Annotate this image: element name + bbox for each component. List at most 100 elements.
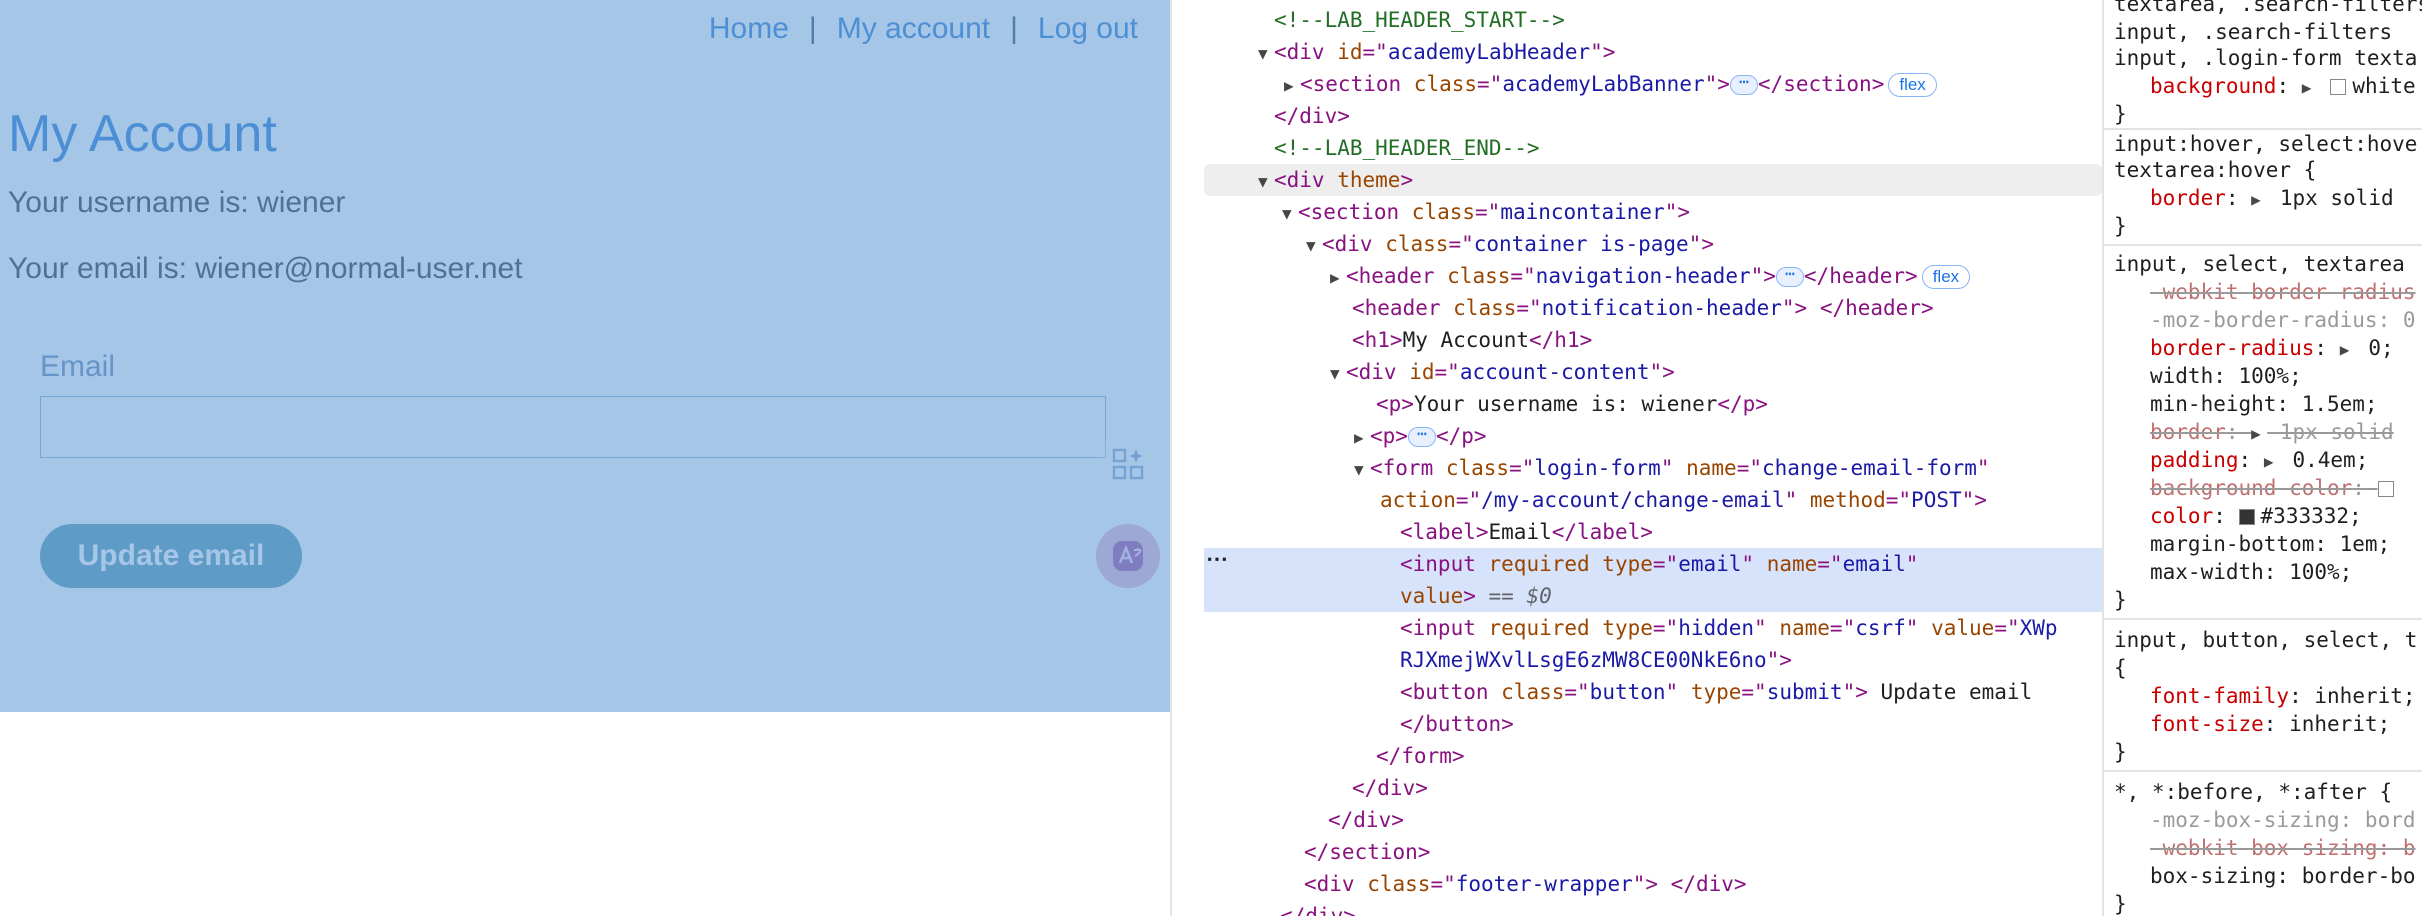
- dom-node-h1[interactable]: <h1>My Account</h1>: [1204, 324, 2102, 356]
- ellipsis-icon[interactable]: ⋯: [1729, 74, 1758, 95]
- more-options-icon[interactable]: ⋯: [1206, 546, 1228, 572]
- dom-node-close[interactable]: </button>: [1204, 708, 2102, 740]
- css-rule-close: }: [2114, 740, 2127, 764]
- username-text: Your username is: wiener: [8, 186, 346, 219]
- css-declaration-overridden[interactable]: background-color:: [2150, 474, 2400, 502]
- dom-node-close[interactable]: </div>: [1204, 804, 2102, 836]
- dom-node-input-email-cont[interactable]: value> == $0: [1204, 580, 2102, 612]
- dom-node-comment[interactable]: <!--LAB_HEADER_START-->: [1204, 4, 2102, 36]
- dom-node-academy-lab-banner[interactable]: ▶ <section class="academyLabBanner"> ⋯ </se…: [1204, 68, 2102, 100]
- nav-separator: |: [808, 12, 817, 45]
- css-selector[interactable]: input, select, textarea: [2114, 250, 2405, 278]
- dom-node-theme[interactable]: ▼ <div theme>: [1204, 164, 2102, 196]
- css-declaration[interactable]: min-height: 1.5em;: [2150, 390, 2378, 418]
- css-declaration-overridden[interactable]: -moz-border-radius: 0: [2150, 306, 2416, 334]
- expand-triangle-icon[interactable]: ▼: [1330, 358, 1346, 390]
- change-email-form: Email Update email: [8, 312, 1138, 652]
- css-declaration[interactable]: color: #333332;: [2150, 502, 2362, 530]
- css-declaration[interactable]: font-size: inherit;: [2150, 710, 2390, 738]
- dom-node-input-csrf[interactable]: <input required type="hidden" name="csrf…: [1204, 612, 2102, 644]
- dom-node-input-email[interactable]: <input required type="email" name="email…: [1204, 548, 2102, 580]
- ellipsis-icon[interactable]: ⋯: [1407, 426, 1436, 447]
- css-rule-close: }: [2114, 588, 2127, 612]
- elements-tree: <!--LAB_HEADER_START--> ▼ <div id="academ…: [1204, 0, 2102, 916]
- dom-node-p[interactable]: ▶ <p> ⋯ </p>: [1204, 420, 2102, 452]
- css-declaration-overridden[interactable]: border: ▶ 1px solid: [2150, 418, 2394, 446]
- expand-triangle-icon[interactable]: ▼: [1306, 230, 1322, 262]
- dom-node-notification-header[interactable]: <header class="notification-header"> </h…: [1204, 292, 2102, 324]
- dom-node-account-content[interactable]: ▼ <div id="account-content">: [1204, 356, 2102, 388]
- css-declaration[interactable]: background: ▶ white: [2150, 72, 2416, 100]
- css-declaration[interactable]: border-radius: ▶ 0;: [2150, 334, 2394, 362]
- dom-node-p-username[interactable]: <p>Your username is: wiener</p>: [1204, 388, 2102, 420]
- rule-divider: [2104, 618, 2422, 620]
- css-rule-close: }: [2114, 102, 2127, 126]
- email-text: Your email is: wiener@normal-user.net: [8, 252, 523, 285]
- dom-node-close[interactable]: </div>: [1204, 100, 2102, 132]
- collapse-triangle-icon[interactable]: ▶: [1354, 422, 1370, 454]
- top-navigation: Home | My account | Log out: [709, 12, 1138, 46]
- color-swatch[interactable]: [2238, 509, 2255, 525]
- css-selector[interactable]: *, *:before, *:after {: [2114, 778, 2392, 806]
- expand-triangle-icon[interactable]: ▼: [1354, 454, 1370, 486]
- collapse-triangle-icon[interactable]: ▶: [1284, 70, 1300, 102]
- nav-log-out-link[interactable]: Log out: [1038, 12, 1138, 45]
- flex-badge[interactable]: flex: [1888, 73, 1937, 97]
- collapse-triangle-icon[interactable]: ▶: [1330, 262, 1346, 294]
- css-rule-close: }: [2114, 214, 2127, 238]
- translate-icon[interactable]: [1096, 524, 1160, 588]
- update-email-button[interactable]: Update email: [40, 524, 302, 588]
- dom-node-button[interactable]: <button class="button" type="submit"> Up…: [1204, 676, 2102, 708]
- dom-node-maincontainer[interactable]: ▼ <section class="maincontainer">: [1204, 196, 2102, 228]
- flex-badge[interactable]: flex: [1921, 265, 1971, 289]
- page-content: Home | My account | Log out My Account Your …: [0, 0, 1170, 712]
- css-declaration[interactable]: width: 100%;: [2150, 362, 2302, 390]
- dom-node-close[interactable]: </div>: [1204, 772, 2102, 804]
- css-declaration[interactable]: max-width: 100%;: [2150, 558, 2352, 586]
- rule-divider: [2104, 244, 2422, 246]
- css-rule-close: }: [2114, 892, 2127, 916]
- color-swatch[interactable]: [2377, 481, 2394, 497]
- page-preview: Home | My account | Log out My Account Your …: [0, 0, 1172, 916]
- css-declaration[interactable]: padding: ▶ 0.4em;: [2150, 446, 2368, 474]
- css-declaration-overridden[interactable]: -moz-box-sizing: bord: [2150, 806, 2416, 834]
- expand-triangle-icon[interactable]: ▼: [1258, 38, 1274, 70]
- dom-node-close[interactable]: </form>: [1204, 740, 2102, 772]
- dom-node-form-cont[interactable]: action="/my-account/change-email" method…: [1204, 484, 2102, 516]
- dom-node-navigation-header[interactable]: ▶ <header class="navigation-header"> ⋯ </he…: [1204, 260, 2102, 292]
- email-input[interactable]: [40, 396, 1106, 458]
- css-selector[interactable]: {: [2114, 654, 2127, 682]
- dom-node-close[interactable]: </div>: [1204, 900, 2102, 916]
- rule-divider: [2104, 770, 2422, 772]
- css-declaration[interactable]: margin-bottom: 1em;: [2150, 530, 2390, 558]
- expand-triangle-icon[interactable]: ▼: [1258, 166, 1274, 198]
- expand-triangle-icon[interactable]: ▼: [1282, 198, 1298, 230]
- dom-node-label[interactable]: <label>Email</label>: [1204, 516, 2102, 548]
- css-declaration-overridden[interactable]: -webkit-border-radius: [2150, 278, 2416, 306]
- css-declaration[interactable]: border: ▶ 1px solid: [2150, 184, 2394, 212]
- css-selector[interactable]: textarea:hover {: [2114, 156, 2316, 184]
- layout-sparkle-icon[interactable]: [1096, 432, 1160, 496]
- nav-my-account-link[interactable]: My account: [837, 12, 990, 45]
- dom-node-academy-lab-header[interactable]: ▼ <div id="academyLabHeader">: [1204, 36, 2102, 68]
- dom-node-comment[interactable]: <!--LAB_HEADER_END-->: [1204, 132, 2102, 164]
- email-label: Email: [40, 350, 116, 383]
- color-swatch[interactable]: [2330, 79, 2347, 95]
- css-declaration-overridden[interactable]: -webkit-box-sizing: b: [2150, 834, 2416, 862]
- css-selector[interactable]: textarea, .search-filters: [2114, 0, 2422, 18]
- dom-node-close[interactable]: </section>: [1204, 836, 2102, 868]
- nav-home-link[interactable]: Home: [709, 12, 789, 45]
- css-selector[interactable]: input:hover, select:hove: [2114, 130, 2417, 158]
- dom-node-container[interactable]: ▼ <div class="container is-page">: [1204, 228, 2102, 260]
- css-selector[interactable]: input, .login-form texta: [2114, 44, 2417, 72]
- styles-pane: textarea, .search-filters input, .search…: [2102, 0, 2422, 916]
- dom-node-form[interactable]: ▼ <form class="login-form" name="change-e…: [1204, 452, 2102, 484]
- css-selector[interactable]: input, button, select, t: [2114, 626, 2417, 654]
- ellipsis-icon[interactable]: ⋯: [1775, 266, 1804, 287]
- css-declaration[interactable]: box-sizing: border-bo: [2150, 862, 2416, 890]
- page-title: My Account: [8, 105, 277, 163]
- dom-node-footer-wrapper[interactable]: <div class="footer-wrapper"> </div>: [1204, 868, 2102, 900]
- css-selector[interactable]: input, .search-filters: [2114, 18, 2392, 46]
- dom-node-input-csrf-cont[interactable]: RJXmejWXvlLsgE6zMW8CE00NkE6no">: [1204, 644, 2102, 676]
- css-declaration[interactable]: font-family: inherit;: [2150, 682, 2416, 710]
